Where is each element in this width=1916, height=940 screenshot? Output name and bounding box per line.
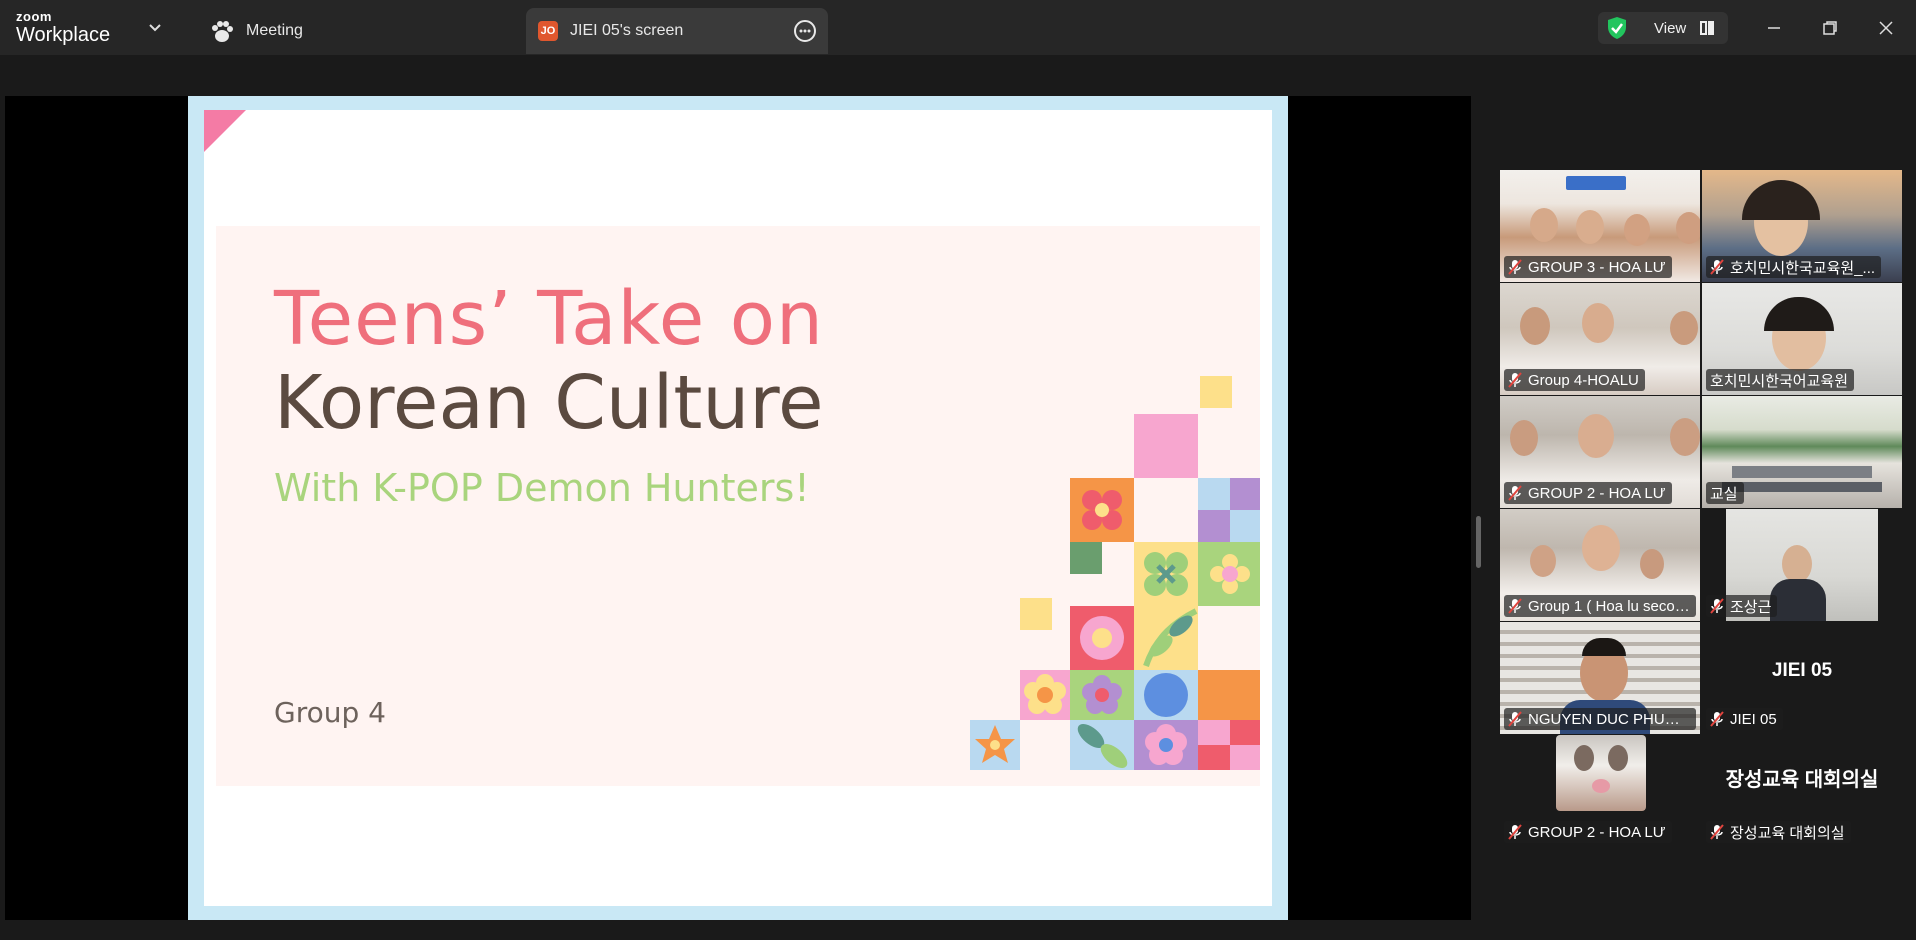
mic-off-icon [1508,372,1522,388]
participant-name: 조상근 [1730,598,1772,616]
mic-off-icon [1710,598,1724,614]
participant-name: 호치민시한국어교육원 [1710,372,1849,390]
participant-tile[interactable]: Group 4-HOALU [1500,283,1700,395]
participant-tile-no-video[interactable]: JIEI 05 JIEI 05 [1702,622,1902,734]
participant-gallery: GROUP 3 - HOA LƯ 호치민시한국교육원_... Group 4-H… [1500,170,1902,850]
paw-icon [210,21,234,42]
view-button[interactable]: View [1598,12,1728,44]
participant-tile[interactable]: 교실 [1702,396,1902,508]
participant-name-tag: NGUYEN DUC PHUON... [1504,708,1696,730]
slide-content: Teens’ Take on Korean Culture With K-POP… [204,110,1272,906]
zoom-workplace-logo[interactable]: zoom Workplace [16,9,111,47]
mic-off-icon [1710,259,1724,275]
tab-meeting-label: Meeting [246,22,303,39]
logo-big-text: Workplace [16,24,111,46]
participant-name-tag: 교실 [1706,482,1744,504]
mic-off-icon [1508,598,1522,614]
participant-name-tag: GROUP 2 - HOA LƯ [1504,482,1672,504]
participant-name: NGUYEN DUC PHUON... [1528,710,1690,728]
participant-tile[interactable]: GROUP 2 - HOA LƯ [1500,396,1700,508]
participant-name: JIEI 05 [1730,710,1777,728]
participant-tile[interactable]: 조상근 [1702,509,1902,621]
participant-name-tag: Group 4-HOALU [1504,369,1645,391]
participant-tile[interactable]: GROUP 3 - HOA LƯ [1500,170,1700,282]
participant-name-tag: JIEI 05 [1706,708,1783,730]
user-initials-badge: JO [538,21,558,41]
tab-shared-screen[interactable]: JO JIEI 05's screen [526,8,828,54]
participant-tile[interactable]: NGUYEN DUC PHUON... [1500,622,1700,734]
participant-name-tag: 호치민시한국어교육원 [1706,369,1855,391]
participant-name: 교실 [1710,485,1738,503]
participant-name: GROUP 2 - HOA LƯ [1528,823,1666,841]
minimize-icon[interactable] [1760,14,1788,42]
participant-name: Group 1 ( Hoa lu secon... [1528,597,1690,615]
mic-off-icon [1508,824,1522,840]
chevron-down-icon[interactable] [148,20,162,36]
resize-drag-handle[interactable] [1476,516,1481,568]
gallery-view-icon [1700,21,1715,35]
mic-off-icon [1710,711,1724,727]
mic-off-icon [1508,485,1522,501]
participant-name: Group 4-HOALU [1528,371,1639,389]
participant-display-name: 장성교육 대회의실 [1725,769,1879,791]
participant-tile-active-speaker[interactable]: 호치민시한국어교육원 [1702,283,1902,395]
tab-shared-screen-label: JIEI 05's screen [570,22,684,39]
slide-corner-decoration [204,110,246,152]
title-bar: zoom Workplace Meeting JO JIEI 05's scre… [0,0,1916,56]
panel-separator [1471,56,1473,940]
participant-name-tag: 조상근 [1706,595,1778,617]
participant-tile[interactable]: Group 1 ( Hoa lu secon... [1500,509,1700,621]
participant-display-name: JIEI 05 [1771,660,1833,681]
slide-panel: Teens’ Take on Korean Culture With K-POP… [216,226,1260,786]
shield-check-icon[interactable] [1606,16,1628,40]
restore-icon[interactable] [1816,14,1844,42]
participant-tile[interactable]: 호치민시한국교육원_... [1702,170,1902,282]
participant-name-tag: GROUP 2 - HOA LƯ [1504,821,1672,843]
flower-mosaic-illustration [970,376,1260,770]
logo-small-text: zoom [16,9,52,24]
participant-name-tag: 장성교육 대회의실 [1706,821,1851,843]
participant-name: GROUP 3 - HOA LƯ [1528,258,1666,276]
participant-name-tag: 호치민시한국교육원_... [1706,256,1882,278]
more-options-icon[interactable] [794,20,816,42]
participant-name: 장성교육 대회의실 [1730,824,1845,842]
participant-name: GROUP 2 - HOA LƯ [1528,484,1666,502]
presentation-slide: Teens’ Take on Korean Culture With K-POP… [188,96,1288,920]
participant-name-tag: GROUP 3 - HOA LƯ [1504,256,1672,278]
participant-name-tag: Group 1 ( Hoa lu secon... [1504,595,1696,617]
tab-meeting[interactable]: Meeting [206,8,303,54]
participant-name: 호치민시한국교육원_... [1730,259,1876,277]
mic-off-icon [1508,259,1522,275]
close-icon[interactable] [1872,14,1900,42]
mic-off-icon [1710,824,1724,840]
participant-tile[interactable]: GROUP 2 - HOA LƯ [1500,735,1700,847]
mic-off-icon [1508,711,1522,727]
participant-tile-no-video[interactable]: 장성교육 대회의실 장성교육 대회의실 [1702,735,1902,847]
view-button-label: View [1654,19,1687,37]
participant-avatar [1556,735,1646,811]
